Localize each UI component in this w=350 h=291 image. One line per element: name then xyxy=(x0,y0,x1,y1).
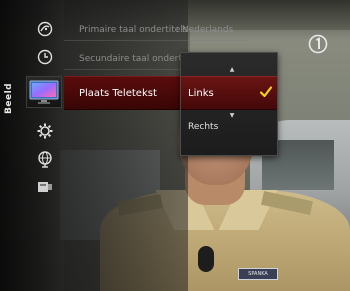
category-label: Beeld xyxy=(4,82,14,114)
menu-row-label: Primaire taal ondertitels xyxy=(79,25,188,35)
globe-icon[interactable] xyxy=(36,150,54,168)
checkmark-icon xyxy=(259,86,273,98)
clock-icon[interactable] xyxy=(36,48,54,66)
option-rechts[interactable]: Rechts xyxy=(181,120,277,134)
name-badge: SPANKA xyxy=(238,268,278,280)
option-label: Rechts xyxy=(188,122,219,132)
option-label: Links xyxy=(188,87,214,99)
scroll-down-arrow-icon[interactable]: ▼ xyxy=(228,112,236,119)
menu-row-primary-subtitle-language[interactable]: Primaire taal ondertitels : Nederlands xyxy=(64,21,233,39)
gear-icon[interactable] xyxy=(36,122,54,140)
menu-row-teletext-position[interactable]: Plaats Teletekst xyxy=(64,76,184,110)
radio-device xyxy=(198,246,214,272)
tv-picture-icon[interactable] xyxy=(26,76,62,108)
tv-menu-screen: SPANKA Beeld Primaire taal ondertitels:… xyxy=(0,0,350,291)
menu-row-value: : Nederlands xyxy=(176,25,234,35)
name-badge-text: SPANKA xyxy=(248,271,268,277)
scroll-up-arrow-icon[interactable]: ▲ xyxy=(228,66,236,73)
storage-icon[interactable] xyxy=(36,178,54,196)
menu-divider xyxy=(64,40,250,41)
option-links[interactable]: Links xyxy=(181,76,277,110)
menu-row-label: Plaats Teletekst xyxy=(79,87,157,99)
channel-one-logo-icon xyxy=(308,34,328,54)
category-rail xyxy=(0,0,64,291)
settings-menu-panel xyxy=(64,0,188,291)
satellite-dish-icon[interactable] xyxy=(36,20,54,38)
